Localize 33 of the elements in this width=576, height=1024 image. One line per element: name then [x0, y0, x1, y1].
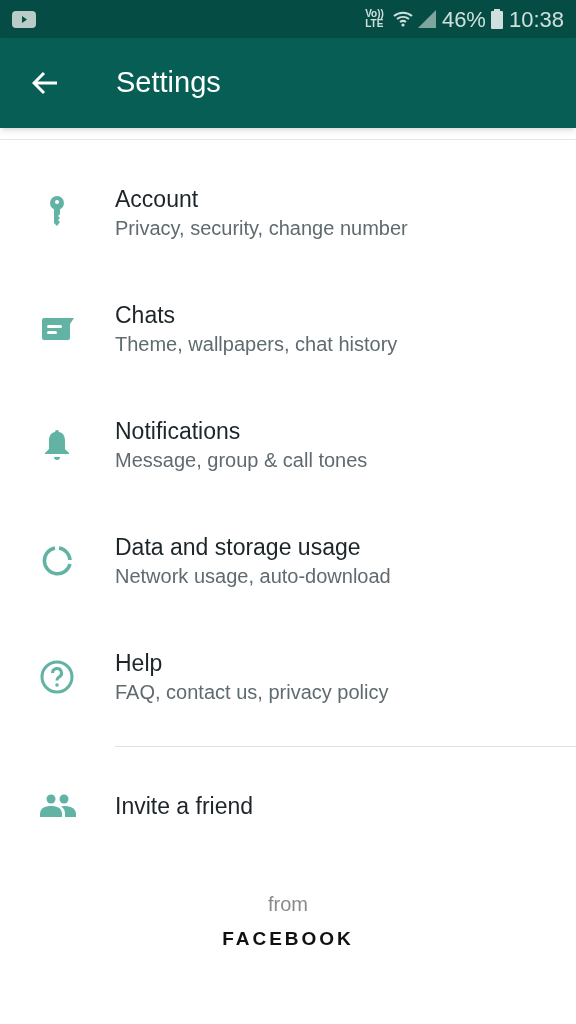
settings-item[interactable]: Data and storage usage Network usage, auto-download: [0, 503, 576, 619]
settings-item[interactable]: Account Privacy, security, change number: [0, 155, 576, 271]
item-title: Help: [115, 649, 164, 678]
item-title: Data and storage usage: [115, 533, 362, 562]
people-icon: [39, 794, 76, 818]
item-subtitle: Network usage, auto-download: [115, 564, 391, 589]
settings-item[interactable]: Notifications Message, group & call tones: [0, 387, 576, 503]
video-play-icon: [12, 10, 36, 28]
help-icon: [40, 660, 74, 694]
item-subtitle: Message, group & call tones: [115, 448, 368, 473]
item-title: Chats: [115, 301, 177, 330]
clock: 10:38: [508, 5, 564, 34]
screen-title: Settings: [116, 65, 221, 101]
item-subtitle: Theme, wallpapers, chat history: [115, 332, 398, 357]
progress-ring-icon: [41, 545, 73, 577]
signal-icon: [417, 10, 436, 28]
from-label: from: [268, 892, 308, 917]
item-subtitle: FAQ, contact us, privacy policy: [115, 680, 389, 705]
settings-item[interactable]: Chats Theme, wallpapers, chat history: [0, 271, 576, 387]
item-subtitle: Privacy, security, change number: [115, 216, 408, 241]
volte-label: Vo)): [365, 9, 384, 19]
back-arrow-icon: [32, 71, 58, 95]
chat-icon: [40, 317, 74, 341]
network-label: LTE: [365, 19, 384, 29]
battery-percent: 46%: [441, 5, 486, 34]
item-title: Invite a friend: [115, 791, 254, 821]
brand-wordmark: FACEBOOK: [222, 927, 354, 951]
battery-icon: [490, 9, 503, 29]
bell-icon: [44, 429, 70, 461]
item-title: Account: [115, 185, 200, 214]
settings-item[interactable]: Help FAQ, contact us, privacy policy: [0, 619, 576, 735]
item-title: Notifications: [115, 417, 242, 446]
invite-item[interactable]: Invite a friend: [0, 747, 576, 865]
